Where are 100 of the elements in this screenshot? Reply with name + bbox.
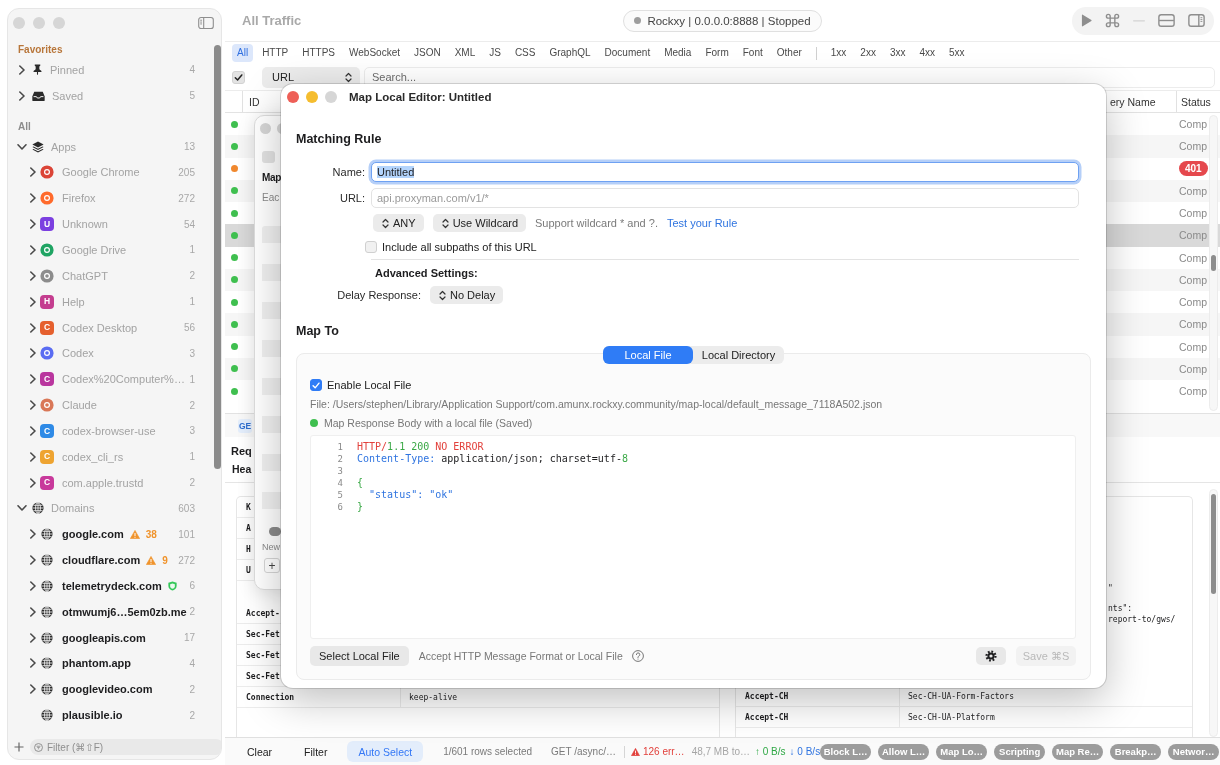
filter-tab[interactable]: JS: [484, 44, 506, 62]
sidebar-item[interactable]: U Unknown 54: [8, 211, 210, 238]
sidebar-item[interactable]: C codex-browser-use 3: [8, 417, 210, 444]
split-view-icon[interactable]: [1158, 14, 1175, 27]
segment-tab[interactable]: Local Directory: [693, 346, 784, 364]
filter-tab[interactable]: Font: [737, 44, 768, 62]
chevron-icon[interactable]: [28, 348, 38, 359]
warning-icon: [129, 529, 140, 539]
chevron-icon[interactable]: [28, 167, 38, 178]
status-filter-tab[interactable]: 4xx: [914, 44, 941, 62]
select-file-button[interactable]: Select Local File: [310, 646, 409, 666]
status-bar-button[interactable]: Clear: [235, 741, 285, 762]
chevron-icon[interactable]: [17, 90, 27, 101]
chevron-icon[interactable]: [28, 322, 38, 333]
header-key: A: [246, 523, 251, 533]
filter-field[interactable]: Filter (⌘⇧F): [30, 739, 221, 755]
filter-tab[interactable]: Other: [771, 44, 807, 62]
status-bar-button[interactable]: Filter: [292, 741, 340, 762]
sidebar-item[interactable]: plausible.io 2: [8, 702, 210, 729]
segment-tab[interactable]: Local File: [603, 346, 693, 364]
checkbox[interactable]: [262, 151, 275, 163]
chevron-icon[interactable]: [28, 580, 38, 591]
chevron-icon[interactable]: [17, 503, 27, 514]
scrollbar-thumb[interactable]: [1211, 255, 1216, 271]
chevron-icon[interactable]: [28, 270, 38, 281]
sidebar-item[interactable]: otmwumj6…5em0zb.me 2: [8, 598, 210, 625]
error-count[interactable]: 126 err…: [642, 746, 685, 757]
chevron-icon[interactable]: [28, 296, 38, 307]
chevron-icon[interactable]: [28, 606, 38, 617]
code-editor[interactable]: 1 HTTP/1.1 200 NO ERROR 2 Content-Type: application/json; charset=utf-8 3 4 { 5 "status": "ok" 6 }: [310, 435, 1076, 639]
chevron-icon[interactable]: [28, 425, 38, 436]
play-icon[interactable]: [1081, 14, 1092, 27]
chevron-icon[interactable]: [28, 684, 38, 695]
filter-tab[interactable]: Document: [599, 44, 656, 62]
settings-button[interactable]: [976, 647, 1006, 665]
filter-tab[interactable]: WebSocket: [344, 44, 405, 62]
sidebar-item[interactable]: cloudflare.com 9 272: [8, 547, 210, 574]
sidebar-item[interactable]: phantom.app 4: [8, 650, 210, 677]
proxy-status-pill[interactable]: Rockxy | 0.0.0.0:8888 | Stopped: [623, 9, 822, 32]
chevron-icon[interactable]: [28, 658, 38, 669]
filter-tab[interactable]: All: [232, 44, 254, 62]
chevron-icon[interactable]: [28, 477, 38, 488]
updown-chevron-icon: [441, 217, 449, 229]
chevron-icon[interactable]: [28, 219, 38, 230]
delay-popup-button[interactable]: No Delay: [430, 286, 504, 304]
chevron-icon[interactable]: [28, 245, 38, 255]
upload-rate: ↑ 0 B/s: [755, 746, 786, 757]
chevron-icon[interactable]: [28, 193, 38, 204]
field-label: Name:: [332, 166, 365, 178]
test-rule-link[interactable]: Test your Rule: [666, 217, 738, 229]
status-label: Comp: [1179, 296, 1207, 309]
filter-tab[interactable]: Form: [700, 44, 734, 62]
sidebar-item[interactable]: telemetrydeck.com 6: [8, 573, 210, 599]
filter-tab[interactable]: CSS: [509, 44, 541, 62]
add-button[interactable]: [14, 742, 24, 752]
chevron-icon[interactable]: [17, 141, 27, 152]
command-icon[interactable]: [1105, 13, 1120, 28]
sidebar-item[interactable]: C com.apple.trustd 2: [8, 469, 210, 496]
filter-tab[interactable]: HTTPS: [297, 44, 340, 62]
detail-tab[interactable]: Hea: [232, 463, 252, 476]
sidebar-icon[interactable]: [1188, 14, 1205, 27]
scrollbar-thumb[interactable]: [214, 45, 221, 469]
name-field[interactable]: Untitled: [371, 162, 1079, 182]
sidebar-item[interactable]: C Codex%20Computer%… 1: [8, 366, 210, 393]
chevron-icon[interactable]: [28, 400, 38, 411]
chevron-icon[interactable]: [28, 555, 38, 566]
sidebar-item[interactable]: googlevideo.com 2: [8, 676, 210, 703]
status-filter-tab[interactable]: 5xx: [944, 44, 970, 62]
filter-tab[interactable]: Media: [659, 44, 697, 62]
filter-tab[interactable]: XML: [449, 44, 481, 62]
status-filter-tab[interactable]: 2xx: [855, 44, 881, 62]
switch-knob-icon[interactable]: [269, 527, 281, 536]
status-filter-tab[interactable]: 3xx: [884, 44, 911, 62]
status-filter-tab[interactable]: 1xx: [825, 44, 852, 62]
scrollbar-thumb[interactable]: [1211, 494, 1216, 594]
method-popup-button[interactable]: ANY: [373, 214, 424, 232]
sidebar-toggle-icon[interactable]: [198, 17, 214, 29]
checkbox[interactable]: [310, 379, 322, 391]
add-button[interactable]: +: [264, 558, 280, 573]
chevron-icon[interactable]: [17, 64, 27, 75]
scrollbar-track[interactable]: [1209, 115, 1218, 411]
chevron-icon[interactable]: [28, 632, 38, 643]
help-icon[interactable]: [631, 650, 644, 662]
filter-tab[interactable]: JSON: [408, 44, 446, 62]
chevron-icon[interactable]: [28, 374, 38, 385]
status-bar-button[interactable]: Auto Select: [347, 741, 424, 762]
chevron-icon[interactable]: [28, 529, 38, 540]
scrollbar-track[interactable]: [1209, 489, 1218, 737]
column-header[interactable]: Status: [1181, 95, 1211, 108]
column-header[interactable]: ery Name: [1110, 95, 1156, 108]
filter-tab[interactable]: HTTP: [257, 44, 294, 62]
chevron-icon[interactable]: [28, 451, 38, 462]
sidebar-item[interactable]: google.com 38 101: [8, 521, 210, 548]
match-type-popup-button[interactable]: Use Wildcard: [432, 214, 527, 232]
url-field[interactable]: api.proxyman.com/v1/*: [371, 188, 1079, 208]
sidebar-item[interactable]: googleapis.com 17: [8, 624, 210, 651]
column-header[interactable]: ID: [249, 95, 260, 108]
close-button[interactable]: [287, 91, 299, 103]
sidebar-item[interactable]: H Help 1: [8, 288, 210, 315]
filter-tab[interactable]: GraphQL: [544, 44, 596, 62]
